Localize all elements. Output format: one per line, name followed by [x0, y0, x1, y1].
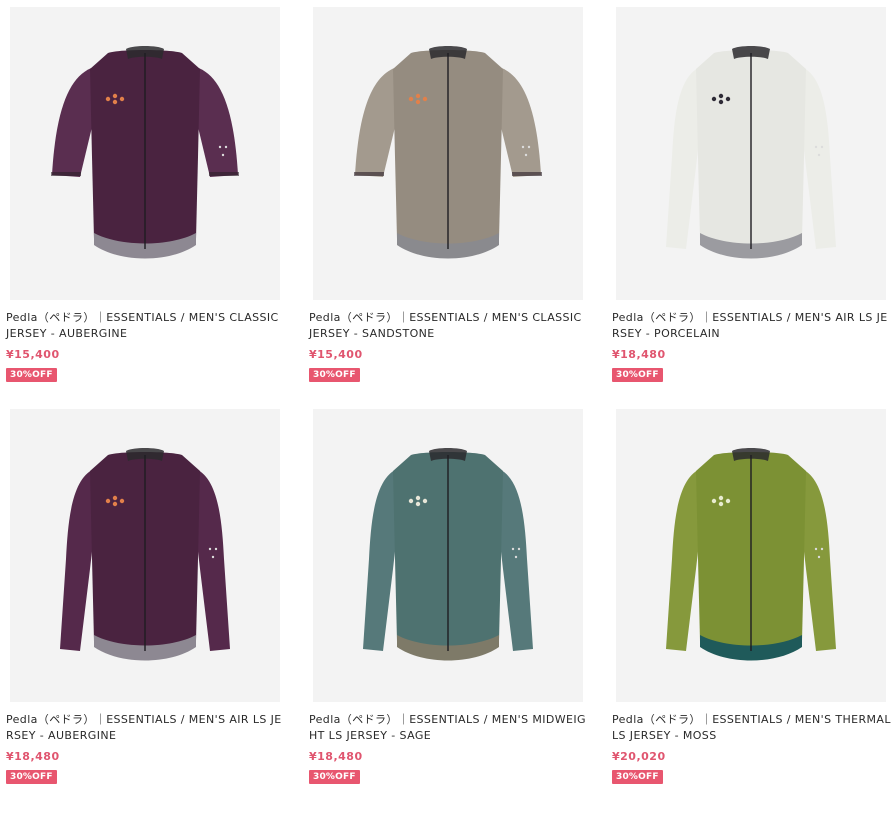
right-sleeve [196, 67, 238, 177]
sleeve-dot [820, 547, 824, 551]
logo-dot [718, 99, 724, 105]
logo-dot [711, 498, 717, 504]
sleeve-dot [208, 547, 212, 551]
sleeve-dot [214, 547, 218, 551]
product-title[interactable]: Pedla（ペドラ）｜ESSENTIALS / MEN'S CLASSIC JE… [6, 310, 286, 342]
product-price: ¥15,400 [6, 348, 60, 361]
logo-dot [718, 495, 724, 501]
product-title[interactable]: Pedla（ペドラ）｜ESSENTIALS / MEN'S THERMAL LS… [612, 712, 892, 744]
logo-dot [725, 96, 731, 102]
discount-badge: 30%OFF [612, 770, 663, 784]
sleeve-dot [817, 555, 821, 559]
logo-dot [415, 93, 421, 99]
right-cuff [512, 172, 542, 176]
product-image[interactable] [313, 409, 583, 702]
product-price: ¥20,020 [612, 750, 666, 763]
sleeve-dot [517, 547, 521, 551]
jersey-illustration [51, 46, 239, 259]
product-price: ¥18,480 [6, 750, 60, 763]
discount-badge: 30%OFF [309, 770, 360, 784]
product-card[interactable]: Pedla（ペドラ）｜ESSENTIALS / MEN'S CLASSIC JE… [309, 7, 589, 382]
product-title[interactable]: Pedla（ペドラ）｜ESSENTIALS / MEN'S CLASSIC JE… [309, 310, 589, 342]
right-sleeve [499, 67, 541, 177]
logo-dot [718, 501, 724, 507]
product-grid: Pedla（ペドラ）｜ESSENTIALS / MEN'S CLASSIC JE… [0, 0, 892, 823]
logo-dot [105, 96, 111, 102]
sleeve-dot [511, 547, 515, 551]
sleeve-dot [218, 145, 222, 149]
logo-dot [718, 93, 724, 99]
logo-dot [119, 498, 125, 504]
logo-dot [112, 501, 118, 507]
product-image[interactable] [10, 7, 280, 300]
discount-badge: 30%OFF [6, 770, 57, 784]
logo-dot [422, 498, 428, 504]
jersey-illustration [60, 448, 230, 661]
sleeve-dot [521, 145, 525, 149]
sleeve-dot [211, 555, 215, 559]
product-card[interactable]: Pedla（ペドラ）｜ESSENTIALS / MEN'S AIR LS JER… [6, 409, 286, 784]
left-cuff [354, 172, 384, 176]
logo-dot [725, 498, 731, 504]
jersey-illustration [363, 448, 533, 661]
sleeve-dot [221, 153, 225, 157]
sleeve-dot [224, 145, 228, 149]
sleeve-dot [527, 145, 531, 149]
logo-dot [408, 498, 414, 504]
product-card[interactable]: Pedla（ペドラ）｜ESSENTIALS / MEN'S MIDWEIGHT … [309, 409, 589, 784]
product-card[interactable]: Pedla（ペドラ）｜ESSENTIALS / MEN'S AIR LS JER… [612, 7, 892, 382]
discount-badge: 30%OFF [612, 368, 663, 382]
logo-dot [112, 93, 118, 99]
sleeve-dot [514, 555, 518, 559]
product-image[interactable] [10, 409, 280, 702]
jersey-illustration [666, 46, 836, 259]
product-image[interactable] [313, 7, 583, 300]
logo-dot [415, 99, 421, 105]
left-sleeve [52, 67, 94, 177]
jersey-illustration [354, 46, 542, 259]
product-image[interactable] [616, 7, 886, 300]
discount-badge: 30%OFF [309, 368, 360, 382]
logo-dot [408, 96, 414, 102]
product-card[interactable]: Pedla（ペドラ）｜ESSENTIALS / MEN'S THERMAL LS… [612, 409, 892, 784]
logo-dot [415, 501, 421, 507]
logo-dot [711, 96, 717, 102]
product-image[interactable] [616, 409, 886, 702]
left-sleeve [355, 67, 397, 177]
sleeve-dot [817, 153, 821, 157]
left-cuff [51, 172, 81, 176]
logo-dot [112, 495, 118, 501]
sleeve-dot [814, 547, 818, 551]
sleeve-dot [814, 145, 818, 149]
product-title[interactable]: Pedla（ペドラ）｜ESSENTIALS / MEN'S MIDWEIGHT … [309, 712, 589, 744]
product-price: ¥15,400 [309, 348, 363, 361]
right-cuff [209, 172, 239, 176]
sleeve-dot [820, 145, 824, 149]
sleeve-dot [524, 153, 528, 157]
discount-badge: 30%OFF [6, 368, 57, 382]
product-card[interactable]: Pedla（ペドラ）｜ESSENTIALS / MEN'S CLASSIC JE… [6, 7, 286, 382]
product-price: ¥18,480 [612, 348, 666, 361]
logo-dot [119, 96, 125, 102]
logo-dot [415, 495, 421, 501]
jersey-illustration [666, 448, 836, 661]
logo-dot [105, 498, 111, 504]
logo-dot [112, 99, 118, 105]
product-price: ¥18,480 [309, 750, 363, 763]
logo-dot [422, 96, 428, 102]
product-title[interactable]: Pedla（ペドラ）｜ESSENTIALS / MEN'S AIR LS JER… [612, 310, 892, 342]
product-title[interactable]: Pedla（ペドラ）｜ESSENTIALS / MEN'S AIR LS JER… [6, 712, 286, 744]
